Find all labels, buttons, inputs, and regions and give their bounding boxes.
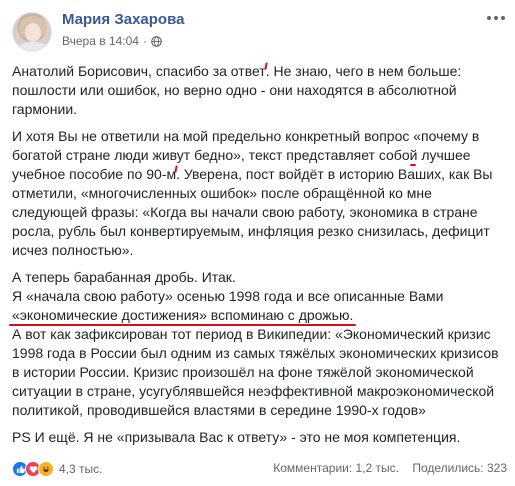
globe-icon[interactable] [151, 35, 162, 47]
avatar-face [25, 23, 41, 42]
paragraph-1-part-a: Анатолий Борисович, спасибо за ответ [12, 63, 266, 79]
paragraph-3-wikipedia: А вот как зафиксирован тот период в Вики… [12, 326, 499, 418]
paragraph-4: PS И ещё. Я не «призывала Вас к ответу» … [12, 429, 461, 445]
reaction-count[interactable]: 4,3 тыс. [59, 462, 102, 476]
post-footer: 4,3 тыс. Комментарии: 1,2 тыс. Поделилис… [12, 458, 507, 478]
paragraph-1: Анатолий Борисович, спасибо за ответ. Не… [12, 62, 500, 119]
paragraph-2-part-a: И хотя Вы не ответили на мой предельно к… [12, 128, 414, 144]
reactions-summary[interactable]: 4,3 тыс. [12, 461, 102, 477]
underlined-statement: Я «начала свою работу» осенью 1998 года … [12, 288, 444, 323]
post-body: Анатолий Борисович, спасибо за ответ. Не… [12, 62, 500, 455]
comments-count[interactable]: Комментарии: 1,2 тыс. [273, 461, 399, 475]
post-header: Мария Захарова Вчера в 14:04 · [12, 10, 507, 54]
engagement-stats: Комментарии: 1,2 тыс. Поделились: 323 [263, 461, 507, 475]
post-timestamp[interactable]: Вчера в 14:04 [62, 34, 139, 48]
post-meta: Вчера в 14:04 · [62, 34, 162, 48]
shares-count[interactable]: Поделились: 323 [412, 461, 507, 475]
avatar[interactable] [12, 12, 52, 52]
avatar-shoulders [16, 42, 50, 51]
paragraph-2: И хотя Вы не ответили на мой предельно к… [12, 127, 500, 260]
author-name[interactable]: Мария Захарова [62, 11, 184, 28]
meta-separator: · [142, 34, 147, 48]
paragraph-3-highlight: Я «начала свою работу» осенью 1998 года … [12, 287, 500, 325]
more-options-icon[interactable] [485, 12, 507, 24]
haha-icon [38, 461, 54, 477]
facebook-post: Мария Захарова Вчера в 14:04 · Анатолий … [0, 0, 515, 486]
paragraph-3-intro: А теперь барабанная дробь. Итак. [12, 269, 236, 285]
